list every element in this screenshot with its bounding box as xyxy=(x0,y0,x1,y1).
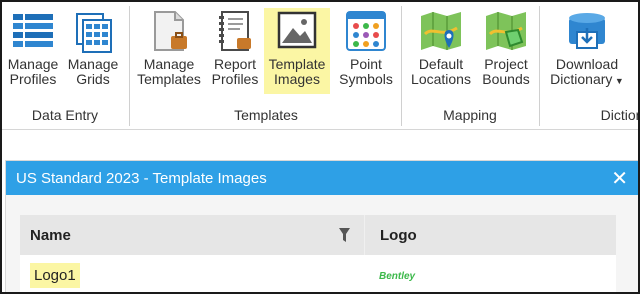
report-profiles-icon xyxy=(208,8,262,54)
group-label-mapping: Mapping xyxy=(443,107,497,123)
dialog-title-bar: US Standard 2023 - Template Images ✕ xyxy=(6,161,638,195)
template-images-grid: Name Logo Logo1 Bentley xyxy=(20,215,616,292)
group-label-data-entry: Data Entry xyxy=(31,107,99,123)
default-locations-label: Default Locations xyxy=(411,56,471,87)
column-name-label: Name xyxy=(30,226,71,244)
cell-logo: Bentley xyxy=(364,266,616,284)
cell-name: Logo1 xyxy=(20,262,364,288)
manage-templates-icon xyxy=(134,8,204,54)
group-label-dictionary: Diction xyxy=(600,107,640,123)
manage-profiles-icon xyxy=(4,8,62,54)
point-symbols-icon xyxy=(334,8,398,54)
bentley-logo-image: Bentley xyxy=(379,271,416,282)
manage-templates-label: Manage Templates xyxy=(137,56,201,87)
app-window: Manage Profiles Manage Grids Data Entry xyxy=(0,0,640,294)
group-separator xyxy=(129,6,130,126)
manage-profiles-button[interactable]: Manage Profiles xyxy=(4,8,62,94)
project-bounds-label: Project Bounds xyxy=(482,56,530,87)
download-dictionary-label: Download Dictionary ▼ xyxy=(550,56,624,87)
filter-icon[interactable] xyxy=(339,228,350,242)
chevron-down-icon: ▼ xyxy=(612,76,624,86)
point-symbols-button[interactable]: Point Symbols xyxy=(334,8,398,94)
download-dictionary-icon xyxy=(546,8,628,54)
column-header-name[interactable]: Name xyxy=(20,215,364,255)
grid-header: Name Logo xyxy=(20,215,616,255)
table-row[interactable]: Logo1 Bentley xyxy=(20,255,616,292)
manage-grids-button[interactable]: Manage Grids xyxy=(64,8,122,94)
project-bounds-icon xyxy=(478,8,534,54)
ribbon: Manage Profiles Manage Grids Data Entry xyxy=(2,2,640,130)
template-images-label: Template Images xyxy=(268,56,326,87)
manage-templates-button[interactable]: Manage Templates xyxy=(134,8,204,94)
template-images-button[interactable]: Template Images xyxy=(264,8,330,94)
column-logo-label: Logo xyxy=(380,226,417,244)
report-profiles-label: Report Profiles xyxy=(211,56,259,87)
point-symbols-label: Point Symbols xyxy=(339,56,393,87)
default-locations-button[interactable]: Default Locations xyxy=(407,8,475,94)
group-label-templates: Templates xyxy=(234,107,298,123)
close-icon[interactable]: ✕ xyxy=(611,166,628,191)
template-images-icon xyxy=(264,8,330,54)
template-images-dialog: US Standard 2023 - Template Images ✕ Nam… xyxy=(5,160,638,292)
manage-grids-icon xyxy=(64,8,122,54)
dialog-title: US Standard 2023 - Template Images xyxy=(16,170,267,187)
manage-profiles-label: Manage Profiles xyxy=(7,56,59,87)
group-separator xyxy=(539,6,540,126)
row-name-text: Logo1 xyxy=(30,262,80,288)
report-profiles-button[interactable]: Report Profiles xyxy=(208,8,262,94)
project-bounds-button[interactable]: Project Bounds xyxy=(478,8,534,94)
download-dictionary-button[interactable]: Download Dictionary ▼ xyxy=(546,8,628,94)
manage-grids-label: Manage Grids xyxy=(67,56,119,87)
column-header-logo[interactable]: Logo xyxy=(364,215,616,255)
default-locations-icon xyxy=(407,8,475,54)
